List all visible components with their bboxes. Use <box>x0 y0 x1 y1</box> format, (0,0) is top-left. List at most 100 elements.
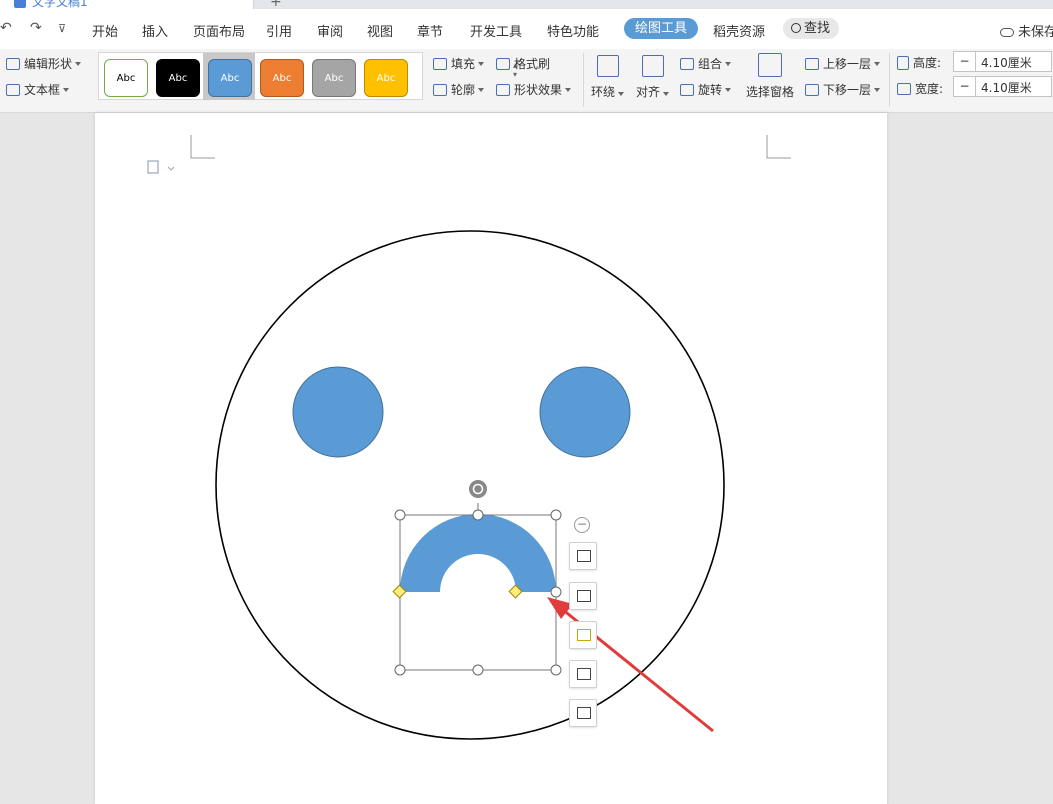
shape-style-4[interactable]: Abc <box>260 59 304 97</box>
outline-icon <box>577 668 591 680</box>
resize-handle-top[interactable] <box>472 509 484 521</box>
selection-pane-label: 选择窗格 <box>746 85 795 99</box>
new-tab-button[interactable]: + <box>270 0 282 9</box>
menu-insert[interactable]: 插入 <box>142 21 168 40</box>
width-decrement-button[interactable]: − <box>954 77 976 96</box>
paragraph-options-icon[interactable] <box>147 160 175 174</box>
fill-icon <box>577 629 591 641</box>
width-icon <box>897 82 911 95</box>
width-label-group: 宽度: <box>897 80 943 97</box>
shape-effects-button[interactable]: 形状效果 <box>496 81 572 98</box>
mouth-block-arc[interactable] <box>400 514 556 592</box>
align-icon <box>641 55 664 77</box>
left-eye-circle[interactable] <box>292 366 384 458</box>
title-bar: 文字文稿1 + <box>0 0 1053 9</box>
text-box-label: 文本框 <box>24 83 61 97</box>
menu-review[interactable]: 审阅 <box>317 21 343 40</box>
resize-handle-top-right[interactable] <box>550 509 562 521</box>
rotate-icon <box>680 83 694 96</box>
shape-style-1[interactable]: Abc <box>104 59 148 97</box>
bring-forward-icon <box>805 57 819 70</box>
height-input[interactable]: − 4.10厘米 <box>953 51 1052 72</box>
rotate-button[interactable]: 旋转 <box>680 81 732 98</box>
menu-docer-resources[interactable]: 稻壳资源 <box>713 21 765 40</box>
send-backward-button[interactable]: 下移一层 <box>805 81 881 98</box>
menu-bar: ↶ ↷ ⊽ 开始 插入 页面布局 引用 审阅 视图 章节 开发工具 特色功能 绘… <box>0 9 1053 49</box>
menu-special-features[interactable]: 特色功能 <box>547 21 599 40</box>
undo-icon[interactable]: ↶ <box>0 20 12 36</box>
unsaved-status[interactable]: 未保存 <box>1000 21 1053 40</box>
document-icon <box>14 0 26 8</box>
group-label: 组合 <box>698 57 723 71</box>
format-painter-button[interactable]: 格式刷 <box>496 55 550 72</box>
outline-label: 轮廓 <box>451 83 476 97</box>
edit-shape-icon <box>6 57 20 70</box>
align-button[interactable]: 对齐 <box>636 55 670 100</box>
rotate-label: 旋转 <box>698 83 723 97</box>
shape-style-gallery: Abc Abc Abc Abc Abc Abc ▴ ▾ <box>98 52 517 100</box>
rotate-handle-icon[interactable] <box>469 480 487 498</box>
shape-style-5[interactable]: Abc <box>312 59 356 97</box>
shape-effects-icon <box>496 83 510 96</box>
chevron-down-icon <box>478 61 485 66</box>
chevron-down-icon <box>75 61 82 66</box>
menu-references[interactable]: 引用 <box>266 21 292 40</box>
height-icon <box>897 55 909 70</box>
selection-pane-icon <box>758 53 782 77</box>
group-button[interactable]: 组合 <box>680 55 732 72</box>
height-decrement-button[interactable]: − <box>954 52 976 71</box>
outline-button[interactable]: 轮廓 <box>433 81 485 98</box>
wrap-text-icon <box>577 550 591 562</box>
chevron-down-icon <box>565 87 572 92</box>
document-tab-title: 文字文稿1 <box>32 0 88 9</box>
collapse-floating-toolbar-button[interactable]: − <box>574 517 590 533</box>
quick-style-button[interactable] <box>569 582 597 610</box>
shape-style-label: Abc <box>168 73 188 84</box>
edit-shape-label: 编辑形状 <box>24 57 73 71</box>
document-page: − <box>95 113 887 804</box>
add-text-button[interactable] <box>569 699 597 727</box>
fill-button[interactable]: 填充 <box>433 55 485 72</box>
text-box-button[interactable]: 文本框 <box>6 81 70 98</box>
resize-handle-top-left[interactable] <box>394 509 406 521</box>
bring-forward-button[interactable]: 上移一层 <box>805 55 881 72</box>
width-input[interactable]: − 4.10厘米 <box>953 76 1052 97</box>
resize-handle-bottom[interactable] <box>472 664 484 676</box>
resize-handle-bottom-left[interactable] <box>394 664 406 676</box>
menu-drawing-tools[interactable]: 绘图工具 <box>624 18 698 39</box>
width-label: 宽度: <box>915 82 944 96</box>
menu-view[interactable]: 视图 <box>367 21 393 40</box>
outline-color-button[interactable] <box>569 660 597 688</box>
fill-color-button[interactable] <box>569 621 597 649</box>
chevron-down-icon <box>478 87 485 92</box>
fill-label: 填充 <box>451 57 476 71</box>
shape-style-3[interactable]: Abc <box>208 59 252 97</box>
layout-options-button[interactable] <box>569 542 597 570</box>
height-label-group: 高度: <box>897 54 941 71</box>
edit-shape-button[interactable]: 编辑形状 <box>6 55 82 72</box>
shape-style-6[interactable]: Abc <box>364 59 408 97</box>
customize-toolbar-icon[interactable]: ⊽ <box>58 22 66 35</box>
selection-pane-button[interactable]: 选择窗格 <box>746 53 794 100</box>
chevron-down-icon <box>663 92 670 96</box>
menu-developer[interactable]: 开发工具 <box>470 21 522 40</box>
margin-corner-top-left <box>190 135 215 159</box>
search-button[interactable]: 查找 <box>783 18 839 39</box>
wrap-label: 环绕 <box>591 85 616 99</box>
resize-handle-bottom-right[interactable] <box>550 664 562 676</box>
menu-section[interactable]: 章节 <box>417 21 443 40</box>
chevron-down-icon <box>874 61 881 66</box>
wrap-button[interactable]: 环绕 <box>591 55 625 100</box>
menu-page-layout[interactable]: 页面布局 <box>193 21 245 40</box>
document-tab[interactable]: 文字文稿1 <box>0 0 254 9</box>
right-eye-circle[interactable] <box>539 366 631 458</box>
align-label: 对齐 <box>636 85 661 99</box>
shape-style-2[interactable]: Abc <box>156 59 200 97</box>
menu-home[interactable]: 开始 <box>92 21 118 40</box>
chevron-down-icon <box>725 87 732 92</box>
resize-handle-right[interactable] <box>550 586 562 598</box>
redo-icon[interactable]: ↷ <box>30 20 42 36</box>
send-backward-label: 下移一层 <box>823 83 872 97</box>
cloud-icon <box>1000 28 1014 37</box>
shape-style-label: Abc <box>220 73 240 84</box>
